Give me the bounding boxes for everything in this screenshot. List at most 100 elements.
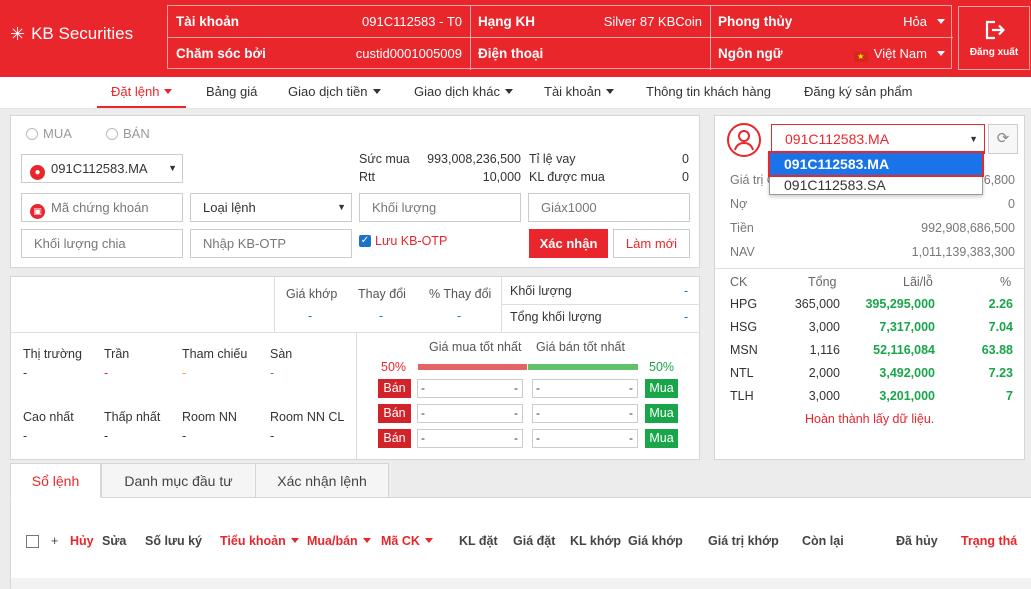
nav-giao-dich-tien[interactable]: Giao dịch tiền (288, 77, 381, 108)
nav-giao-dich-khac[interactable]: Giao dịch khác (414, 77, 513, 108)
col-symbol[interactable]: Mã CK (381, 534, 433, 548)
rank-cell: Hạng KH Silver 87 KBCoin (470, 6, 710, 37)
book-bid-input[interactable]: -- (417, 429, 523, 448)
col-ck: CK (730, 275, 748, 289)
tab-xac-nhan-lenh[interactable]: Xác nhận lệnh (255, 463, 389, 498)
sell-radio[interactable]: BÁN (106, 126, 150, 141)
ask-volume: - (629, 431, 633, 445)
volume-input[interactable]: Khối lượng (359, 193, 521, 222)
match-price-value: - (308, 309, 313, 323)
book-bid-input[interactable]: -- (417, 404, 523, 423)
portfolio-row[interactable]: TLH 3,000 3,201,000 7 (730, 389, 1015, 411)
portfolio-selected: 091C112583.MA (785, 131, 890, 147)
language-select[interactable]: ★ Việt Nam (853, 46, 945, 62)
buy-btn-label: Mua (649, 431, 674, 445)
col-label: Mua/bán (307, 534, 358, 548)
row-pct: 2.26 (988, 297, 1013, 311)
col-side[interactable]: Mua/bán (307, 534, 371, 548)
book-buy-button[interactable]: Mua (645, 429, 678, 448)
save-otp-checkbox[interactable]: ✓ Lưu KB-OTP (359, 234, 447, 248)
brand-logo[interactable]: ✳ KB Securities (10, 24, 133, 44)
row-pct: 63.88 (981, 343, 1013, 357)
col-sub-account[interactable]: Tiểu khoản (220, 534, 299, 548)
otp-input[interactable]: Nhập KB-OTP (190, 229, 352, 258)
col-match-value: Giá trị khớp (708, 534, 779, 548)
nav-thong-tin-khach-hang[interactable]: Thông tin khách hàng (646, 77, 771, 108)
account-info-box: Tài khoản 091C112583 - T0 Chăm sóc bởi c… (167, 5, 953, 70)
care-cell: Chăm sóc bởi custid0001005009 (168, 38, 470, 69)
loan-ratio-value: 0 (682, 152, 689, 166)
room-cl-label: Room NN CL (270, 410, 345, 424)
book-buy-button[interactable]: Mua (645, 379, 678, 398)
row-total: 365,000 (794, 297, 840, 311)
debt-label: Nợ (730, 197, 748, 211)
split-volume-input[interactable]: Khối lượng chia (21, 229, 183, 258)
caret-down-icon (937, 19, 945, 24)
order-type-placeholder: Loại lệnh (203, 200, 256, 215)
user-avatar-icon[interactable] (727, 123, 761, 157)
rank-value: Silver 87 KBCoin (603, 14, 702, 29)
portfolio-row[interactable]: MSN 1,116 52,116,084 63.88 (730, 343, 1015, 365)
nav-bang-gia[interactable]: Bảng giá (206, 77, 257, 108)
nav-label: NAV (730, 245, 755, 259)
buy-pct: 50% (381, 360, 407, 374)
book-ask-input[interactable]: -- (532, 379, 638, 398)
portfolio-row[interactable]: HSG 3,000 7,317,000 7.04 (730, 320, 1015, 342)
split-placeholder: Khối lượng chia (34, 236, 126, 251)
caret-down-icon (290, 538, 299, 543)
bid-volume: - (514, 431, 518, 445)
dropdown-option-selected[interactable]: 091C112583.MA (768, 151, 984, 177)
nav-label: Đặt lệnh (111, 84, 160, 99)
nav-label: Giao dịch khác (414, 84, 500, 99)
change-label: Thay đổi (358, 287, 406, 301)
expand-toggle[interactable]: + (51, 534, 58, 548)
book-bid-input[interactable]: -- (417, 379, 523, 398)
volume-label: Khối lượng (510, 284, 572, 298)
dropdown-option[interactable]: 091C112583.SA (770, 175, 982, 195)
tab-danh-muc-dau-tu[interactable]: Danh mục đầu tư (101, 463, 256, 498)
nav-tai-khoan[interactable]: Tài khoản (544, 77, 615, 108)
logout-button[interactable]: Đăng xuất (958, 6, 1030, 70)
row-total: 3,000 (808, 320, 840, 334)
confirm-button[interactable]: Xác nhận (529, 229, 608, 258)
order-type-select[interactable]: Loại lệnh ▼ (190, 193, 352, 222)
room-value: - (182, 429, 187, 443)
select-all-checkbox[interactable] (26, 535, 39, 548)
low-label: Thấp nhất (104, 410, 161, 424)
nav-label: Thông tin khách hàng (646, 84, 772, 99)
book-ask-input[interactable]: -- (532, 404, 638, 423)
book-sell-button[interactable]: Bán (378, 429, 411, 448)
refresh-button[interactable]: ⟳ (988, 124, 1018, 154)
reset-button[interactable]: Làm mới (613, 229, 690, 258)
book-sell-button[interactable]: Bán (378, 379, 411, 398)
book-ask-input[interactable]: -- (532, 429, 638, 448)
main-nav: Đặt lệnh Bảng giá Giao dịch tiền Giao dị… (0, 77, 1031, 109)
theme-cell[interactable]: Phong thủy Hỏa (710, 6, 953, 37)
symbol-input[interactable]: ▣ Mã chứng khoán (21, 193, 183, 222)
row-pct: 7.23 (988, 366, 1013, 380)
portfolio-row[interactable]: HPG 365,000 395,295,000 2.26 (730, 297, 1015, 319)
nav-dat-lenh[interactable]: Đặt lệnh (97, 77, 187, 108)
portfolio-row[interactable]: NTL 2,000 3,492,000 7.23 (730, 366, 1015, 388)
theme-select[interactable]: Hỏa (903, 14, 945, 29)
nav-label: Bảng giá (206, 84, 258, 99)
book-sell-button[interactable]: Bán (378, 404, 411, 423)
sub-account-select[interactable]: ● 091C112583.MA ▼ (21, 154, 183, 183)
tab-so-lenh[interactable]: Sổ lệnh (10, 463, 101, 498)
floor-label: Sàn (270, 347, 293, 361)
buy-radio[interactable]: MUA (26, 126, 72, 141)
language-cell[interactable]: Ngôn ngữ ★ Việt Nam (710, 38, 953, 69)
select-arrow-icon: ▼ (969, 134, 978, 144)
checkbox-checked-icon: ✓ (359, 235, 371, 247)
row-ck: HSG (730, 320, 758, 334)
book-buy-button[interactable]: Mua (645, 404, 678, 423)
sub-account-value: 091C112583.MA (51, 161, 148, 176)
lock-icon: ▣ (30, 204, 45, 219)
account-label: Tài khoản (176, 14, 240, 29)
portfolio-account-select[interactable]: 091C112583.MA ▼ (771, 124, 985, 154)
sell-label: BÁN (123, 126, 150, 141)
col-cancel[interactable]: Hủy (70, 534, 94, 548)
room-cl-value: - (270, 429, 275, 443)
price-input[interactable]: Giáx1000 (528, 193, 690, 222)
nav-dang-ky-san-pham[interactable]: Đăng ký sản phẩm (804, 77, 912, 108)
